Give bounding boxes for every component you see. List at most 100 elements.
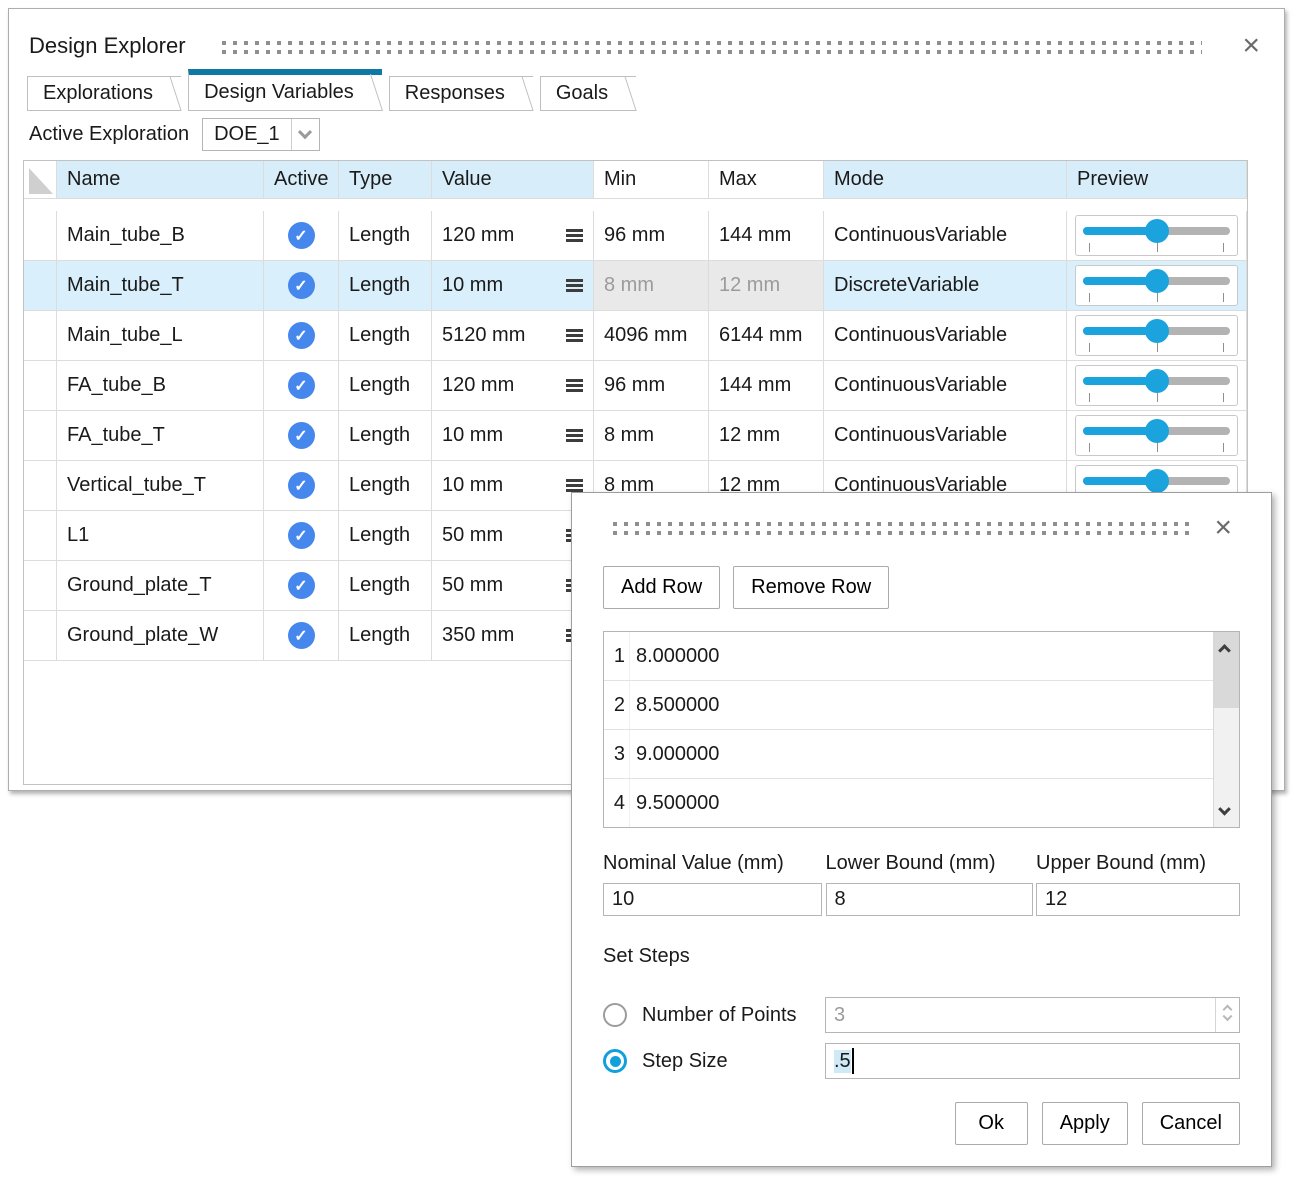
step-size-radio[interactable] [603,1049,627,1073]
slider-thumb[interactable] [1145,419,1169,443]
row-selector[interactable] [24,611,57,661]
active-check-icon[interactable]: ✓ [288,522,315,549]
cell-mode[interactable]: DiscreteVariable [824,261,1067,311]
upper-bound-field[interactable]: 12 [1036,883,1240,916]
list-item[interactable]: 4 9.500000 [604,779,1239,828]
active-exploration-select[interactable]: DOE_1 [202,118,320,151]
slider-thumb[interactable] [1145,269,1169,293]
cell-name[interactable]: Main_tube_B [57,211,264,261]
cell-name[interactable]: Ground_plate_T [57,561,264,611]
row-selector[interactable] [24,411,57,461]
apply-button[interactable]: Apply [1042,1102,1128,1145]
value-options-icon[interactable] [566,377,583,394]
close-icon[interactable]: × [1240,34,1262,58]
cell-name[interactable]: Vertical_tube_T [57,461,264,511]
col-header-name[interactable]: Name [57,161,264,199]
value-options-icon[interactable] [566,227,583,244]
active-check-icon[interactable]: ✓ [288,572,315,599]
cell-name[interactable]: Main_tube_L [57,311,264,361]
row-value[interactable]: 8.000000 [630,645,719,668]
cell-max[interactable]: 144 mm [709,361,824,411]
spinner[interactable] [1215,998,1239,1032]
cell-value[interactable]: 5120 mm [432,311,594,361]
cell-max[interactable]: 6144 mm [709,311,824,361]
cell-value[interactable]: 10 mm [432,461,594,511]
cell-name[interactable]: FA_tube_T [57,411,264,461]
ok-button[interactable]: Ok [955,1102,1028,1145]
col-header-value[interactable]: Value [432,161,594,199]
row-selector[interactable] [24,511,57,561]
slider-thumb[interactable] [1145,469,1169,493]
col-header-mode[interactable]: Mode [824,161,1067,199]
col-header-type[interactable]: Type [339,161,432,199]
tab-design-variables[interactable]: Design Variables [188,69,382,111]
drag-handle-icon[interactable] [613,522,1190,535]
slider-thumb[interactable] [1145,219,1169,243]
cell-type[interactable]: Length [339,611,432,661]
cell-value[interactable]: 120 mm [432,211,594,261]
row-selector[interactable] [24,261,57,311]
col-header-min[interactable]: Min [594,161,709,199]
spin-down-icon[interactable] [1223,1011,1233,1021]
drag-handle-icon[interactable] [222,41,1203,54]
slider-thumb[interactable] [1145,369,1169,393]
scroll-up-icon[interactable] [1220,642,1232,654]
cell-type[interactable]: Length [339,311,432,361]
nominal-value-field[interactable]: 10 [603,883,822,916]
cell-active[interactable]: ✓ [264,611,339,661]
select-all-corner[interactable] [24,161,57,199]
active-check-icon[interactable]: ✓ [288,222,315,249]
preview-slider[interactable] [1075,315,1238,356]
number-of-points-field[interactable]: 3 [825,997,1240,1033]
cell-max[interactable]: 144 mm [709,211,824,261]
add-row-button[interactable]: Add Row [603,566,720,609]
close-icon[interactable]: × [1212,516,1234,540]
row-value[interactable]: 9.500000 [630,792,719,815]
cell-type[interactable]: Length [339,561,432,611]
cell-type[interactable]: Length [339,361,432,411]
dropdown-arrow-icon[interactable] [292,119,319,150]
cell-active[interactable]: ✓ [264,311,339,361]
preview-slider[interactable] [1075,265,1238,306]
list-item[interactable]: 2 8.500000 [604,681,1239,730]
cell-min[interactable]: 4096 mm [594,311,709,361]
tab-goals[interactable]: Goals [540,76,636,111]
cell-min[interactable]: 96 mm [594,211,709,261]
cell-type[interactable]: Length [339,511,432,561]
scroll-down-icon[interactable] [1220,805,1232,817]
cell-name[interactable]: FA_tube_B [57,361,264,411]
value-options-icon[interactable] [566,277,583,294]
step-size-field[interactable]: .5 [825,1043,1240,1079]
active-check-icon[interactable]: ✓ [288,372,315,399]
col-header-max[interactable]: Max [709,161,824,199]
row-selector[interactable] [24,561,57,611]
cell-value[interactable]: 50 mm [432,561,594,611]
active-check-icon[interactable]: ✓ [288,422,315,449]
lower-bound-field[interactable]: 8 [826,883,1033,916]
cell-max[interactable]: 12 mm [709,411,824,461]
preview-slider[interactable] [1075,365,1238,406]
row-selector[interactable] [24,461,57,511]
list-item[interactable]: 1 8.000000 [604,632,1239,681]
cell-active[interactable]: ✓ [264,511,339,561]
cell-mode[interactable]: ContinuousVariable [824,211,1067,261]
list-item[interactable]: 3 9.000000 [604,730,1239,779]
cell-value[interactable]: 50 mm [432,511,594,561]
cell-min[interactable]: 96 mm [594,361,709,411]
row-value[interactable]: 8.500000 [630,694,719,717]
tab-responses[interactable]: Responses [389,76,533,111]
col-header-active[interactable]: Active [264,161,339,199]
remove-row-button[interactable]: Remove Row [733,566,889,609]
row-selector[interactable] [24,211,57,261]
cell-active[interactable]: ✓ [264,261,339,311]
cell-mode[interactable]: ContinuousVariable [824,361,1067,411]
row-selector[interactable] [24,361,57,411]
value-options-icon[interactable] [566,327,583,344]
value-options-icon[interactable] [566,427,583,444]
cell-min[interactable]: 8 mm [594,411,709,461]
active-check-icon[interactable]: ✓ [288,622,315,649]
number-of-points-radio[interactable] [603,1003,627,1027]
cell-type[interactable]: Length [339,261,432,311]
row-selector[interactable] [24,311,57,361]
cell-active[interactable]: ✓ [264,561,339,611]
